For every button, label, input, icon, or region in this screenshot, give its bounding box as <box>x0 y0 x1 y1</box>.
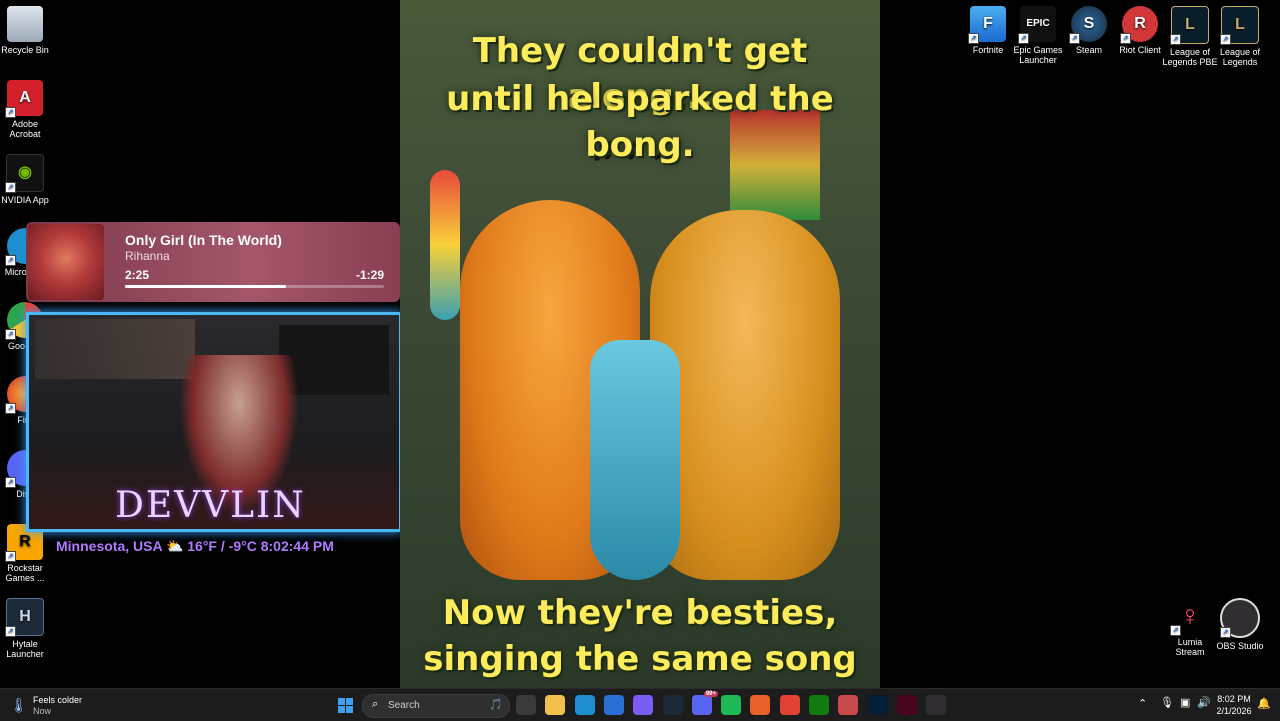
poster-line-2: until he sparked the bong. <box>446 79 834 165</box>
steam-icon: S ↗ <box>1069 6 1107 44</box>
taskbar-steam-button[interactable] <box>663 695 683 715</box>
recycle-bin-shortcut[interactable]: Recycle Bin <box>0 6 53 55</box>
taskbar-chrome-button[interactable] <box>780 695 800 715</box>
taskbar-spotify-button[interactable] <box>721 695 741 715</box>
notification-bell-icon[interactable]: 🔔 <box>1257 697 1271 710</box>
shelf-background <box>35 319 195 379</box>
riot-client-shortcut[interactable]: R ↗ Riot Client <box>1112 6 1168 55</box>
show-hidden-icons-chevron-icon[interactable]: ⌃ <box>1138 697 1147 710</box>
taskbar-store-button[interactable] <box>604 695 624 715</box>
recycle-bin-icon <box>7 6 43 42</box>
nvidia-shortcut[interactable]: ◉ ↗ NVIDIA App <box>0 154 53 205</box>
remaining-time: -1:29 <box>355 268 384 282</box>
track-title: Only Girl (In The World) <box>125 232 282 248</box>
temperature-text: 16°F / -9°C <box>187 538 257 554</box>
acrobat-shortcut[interactable]: A ↗ Adobe Acrobat <box>0 80 53 139</box>
taskbar-xbox-button[interactable] <box>809 695 829 715</box>
lava-lamp <box>430 170 460 320</box>
clock-date: 2/1/2026 <box>1216 706 1252 716</box>
steam-shortcut[interactable]: S ↗ Steam <box>1061 6 1117 55</box>
fortnite-icon: F ↗ <box>968 6 1006 44</box>
track-artist: Rihanna <box>125 249 170 263</box>
weather-widget[interactable]: 🌡 Feels colder Now <box>10 695 90 717</box>
taskbar: 🌡 Feels colder Now ⌕ Search 🎵 99+ ⌃ 🎙 ▣ … <box>0 688 1280 721</box>
weather-subtext: Now <box>33 706 52 716</box>
lumia-stream-shortcut[interactable]: ♀ ↗ Lumia Stream <box>1162 598 1218 657</box>
taskbar-task-view-button[interactable] <box>516 695 536 715</box>
meme-poster: ♫ ♪ ♪ They couldn't get along... until h… <box>400 0 880 688</box>
microphone-icon[interactable]: 🎙 <box>1160 696 1174 709</box>
album-art <box>28 224 104 300</box>
lumia-icon: ♀ ↗ <box>1170 598 1208 636</box>
search-box[interactable]: ⌕ Search 🎵 <box>362 694 510 718</box>
riot-icon: R ↗ <box>1120 6 1158 44</box>
weather-text: Feels colder <box>33 695 83 705</box>
taskbar-edge-button[interactable] <box>575 695 595 715</box>
stream-time-text: 8:02:44 PM <box>260 538 334 554</box>
progress-fill <box>125 285 286 288</box>
league-pbe-shortcut[interactable]: L ↗ League of Legends PBE <box>1162 6 1218 67</box>
elapsed-time: 2:25 <box>125 268 150 282</box>
taskbar-copilot-button[interactable] <box>633 695 653 715</box>
nvidia-icon: ◉ ↗ <box>5 154 44 193</box>
search-highlight-icon: 🎵 <box>489 699 503 711</box>
taskbar-obs-button[interactable] <box>926 695 946 715</box>
notification-badge: 99+ <box>703 691 718 697</box>
location-weather-bar: Minnesota, USA ⛅ 16°F / -9°C 8:02:44 PM <box>56 538 334 555</box>
taskbar-file-explorer-button[interactable] <box>545 695 565 715</box>
partly-cloudy-icon: ⛅ <box>165 538 184 554</box>
thermometer-icon: 🌡 <box>10 697 28 713</box>
acrobat-icon: A ↗ <box>5 80 43 118</box>
taskbar-indesign-button[interactable] <box>897 695 917 715</box>
fortnite-shortcut[interactable]: F ↗ Fortnite <box>960 6 1016 55</box>
bong-illustration <box>590 340 680 580</box>
epic-games-icon: EPIC ↗ <box>1018 6 1056 44</box>
obs-studio-shortcut[interactable]: ↗ OBS Studio <box>1212 598 1268 651</box>
league-shortcut[interactable]: L ↗ League of Legends <box>1212 6 1268 67</box>
webcam-overlay: DEVVLIN <box>26 312 402 532</box>
taskbar-photoshop-button[interactable] <box>868 695 888 715</box>
taskbar-discord-button[interactable]: 99+ <box>692 691 718 715</box>
league-pbe-icon: L ↗ <box>1170 6 1209 45</box>
progress-track <box>125 285 384 288</box>
hytale-icon: H ↗ <box>5 598 44 637</box>
search-icon: ⌕ <box>372 698 379 710</box>
league-icon: L ↗ <box>1220 6 1259 45</box>
start-button[interactable] <box>335 695 355 715</box>
obs-icon: ↗ <box>1220 598 1260 638</box>
now-playing-widget[interactable]: Only Girl (In The World) Rihanna 2:25 -1… <box>26 222 400 302</box>
poster-line-4: singing the same song <box>423 639 857 679</box>
volume-icon[interactable]: 🔊 <box>1197 696 1211 709</box>
windows-logo-icon <box>337 697 353 713</box>
system-clock[interactable]: 8:02 PM 2/1/2026 <box>1214 693 1254 717</box>
rockstar-shortcut[interactable]: R ↗ Rockstar Games ... <box>0 524 53 583</box>
poster-line-3: Now they're besties, <box>442 593 838 633</box>
epic-games-shortcut[interactable]: EPIC ↗ Epic Games Launcher <box>1010 6 1066 65</box>
taskbar-firefox-button[interactable] <box>750 695 770 715</box>
streamer-name: DEVVLIN <box>115 485 306 526</box>
hytale-shortcut[interactable]: H ↗ Hytale Launcher <box>0 598 53 659</box>
search-placeholder: Search <box>388 700 420 711</box>
network-icon[interactable]: ▣ <box>1180 696 1190 709</box>
location-text: Minnesota, USA <box>56 538 163 554</box>
clock-time: 8:02 PM <box>1217 694 1251 704</box>
taskbar-snipping-tool-button[interactable] <box>838 695 858 715</box>
